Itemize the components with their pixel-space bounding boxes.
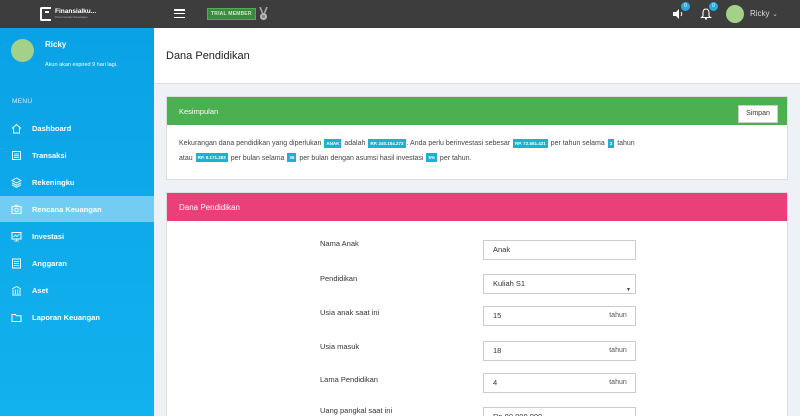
- monthly-investment-badge: RP. 6.171.283: [195, 153, 228, 163]
- shortfall-badge: RP. 240.154.273: [368, 138, 406, 148]
- summary-text: Kekurangan dana pendidikan yang diperluk…: [179, 137, 779, 166]
- user-avatar[interactable]: [726, 5, 744, 23]
- brand-tagline: Perencanaan Keuangan: [55, 15, 88, 20]
- logo-mark-icon: [40, 7, 51, 21]
- months-badge: 36: [287, 153, 297, 163]
- account-expiry-text: Akun akan expired 9 hari lagi.: [45, 62, 118, 68]
- bell-icon[interactable]: 0: [700, 2, 718, 20]
- summary-text-part: adalah: [344, 140, 366, 147]
- caret-down-icon: ▼: [626, 287, 631, 293]
- save-button[interactable]: Simpan: [738, 105, 778, 123]
- building-icon: [11, 285, 22, 295]
- speaker-badge: 0: [681, 2, 690, 11]
- summary-text-part: Kekurangan dana pendidikan yang diperluk…: [179, 140, 322, 147]
- top-bar: Finansialku... Perencanaan Keuangan TRIA…: [0, 0, 800, 28]
- education-fund-header: Dana Pendidikan: [167, 193, 787, 221]
- entry-age-label: Usia masuk: [320, 342, 360, 351]
- page-title: Dana Pendidikan: [166, 50, 250, 62]
- education-select[interactable]: Kuliah S1 ▼: [483, 274, 636, 294]
- sidebar-item-label: Investasi: [32, 231, 65, 241]
- summary-text-part: per bulan dengan asumsi hasil investasi: [299, 154, 424, 162]
- sidebar-item-label: Laporan Keuangan: [32, 312, 100, 322]
- sidebar-item-rekeningku[interactable]: Rekeningku: [0, 169, 154, 195]
- page-header: Dana Pendidikan: [154, 28, 800, 84]
- user-name[interactable]: Ricky: [750, 9, 770, 18]
- sidebar: Ricky Akun akan expired 9 hari lagi. MEN…: [0, 28, 154, 416]
- child-name-badge: ANAK: [324, 138, 342, 148]
- folder-icon: [11, 313, 22, 322]
- sidebar-item-rencana-keuangan[interactable]: Rencana Keuangan: [0, 196, 154, 222]
- return-rate-badge: 5%: [426, 153, 437, 163]
- sidebar-item-aset[interactable]: Aset: [0, 277, 154, 303]
- sidebar-item-label: Dashboard: [32, 123, 72, 133]
- yearly-investment-badge: RP. 72.551.421: [513, 138, 548, 148]
- sidebar-profile: Ricky Akun akan expired 9 hari lagi.: [0, 28, 154, 84]
- sidebar-avatar: [11, 39, 34, 62]
- sidebar-item-transaksi[interactable]: Transaksi: [0, 142, 154, 168]
- sidebar-item-laporan-keuangan[interactable]: Laporan Keuangan: [0, 304, 154, 330]
- menu-heading: MENU: [12, 98, 33, 105]
- summary-title: Kesimpulan: [179, 107, 219, 116]
- bell-badge: 0: [709, 2, 718, 11]
- entry-age-unit: tahun: [601, 341, 636, 361]
- speaker-icon[interactable]: 0: [672, 2, 690, 20]
- summary-text-part: . Anda perlu berinvestasi sebesar: [406, 140, 511, 147]
- monitor-icon: [11, 231, 22, 241]
- summary-text-part: per bulan selama: [230, 154, 285, 162]
- entry-age-input[interactable]: 18: [483, 341, 602, 361]
- sidebar-item-label: Transaksi: [32, 150, 67, 160]
- layers-icon: [11, 176, 22, 188]
- list-icon: [12, 150, 21, 160]
- summary-text-part: per tahun selama: [550, 140, 605, 147]
- entry-fee-input[interactable]: Rp 80.000.000: [483, 407, 636, 416]
- current-age-unit: tahun: [601, 306, 636, 326]
- child-name-label: Nama Anak: [320, 239, 359, 248]
- duration-label: Lama Pendidikan: [320, 375, 378, 384]
- education-fund-title: Dana Pendidikan: [179, 203, 240, 212]
- summary-text-part: tahun: [617, 140, 635, 147]
- sidebar-item-investasi[interactable]: Investasi: [0, 223, 154, 249]
- camera-icon: [11, 204, 22, 214]
- medal-icon: [259, 7, 268, 20]
- years-badge: 3: [607, 138, 615, 148]
- duration-input[interactable]: 4: [483, 373, 602, 393]
- chevron-down-icon[interactable]: ⌄: [772, 10, 778, 18]
- entry-fee-label: Uang pangkal saat ini: [320, 406, 393, 415]
- sidebar-item-label: Aset: [32, 285, 49, 295]
- education-label: Pendidikan: [320, 274, 358, 283]
- sidebar-item-label: Rencana Keuangan: [32, 204, 102, 214]
- sidebar-item-anggaran[interactable]: Anggaran: [0, 250, 154, 276]
- sidebar-item-label: Rekeningku: [32, 177, 75, 187]
- brand-logo[interactable]: Finansialku... Perencanaan Keuangan: [0, 7, 155, 21]
- summary-card: Kesimpulan Simpan Kekurangan dana pendid…: [166, 96, 788, 180]
- education-select-value: Kuliah S1: [493, 279, 526, 288]
- profile-name: Ricky: [45, 40, 67, 49]
- summary-header: Kesimpulan Simpan: [167, 97, 787, 125]
- summary-text-part: per tahun.: [439, 154, 472, 162]
- summary-text-part: atau: [179, 154, 193, 162]
- current-age-label: Usia anak saat ini: [320, 308, 380, 317]
- child-name-input[interactable]: Anak: [483, 240, 636, 260]
- sidebar-item-label: Anggaran: [32, 258, 68, 268]
- menu-icon[interactable]: [174, 9, 185, 18]
- trial-member-badge: TRIAL MEMBER: [207, 8, 256, 20]
- duration-unit: tahun: [601, 373, 636, 393]
- current-age-input[interactable]: 15: [483, 306, 602, 326]
- ledger-icon: [12, 258, 21, 268]
- education-fund-card: Dana Pendidikan Nama Anak Anak Pendidika…: [166, 192, 788, 416]
- sidebar-item-dashboard[interactable]: Dashboard: [0, 115, 154, 141]
- main-content: Dana Pendidikan Kesimpulan Simpan Kekura…: [154, 28, 800, 416]
- home-icon: [11, 123, 22, 133]
